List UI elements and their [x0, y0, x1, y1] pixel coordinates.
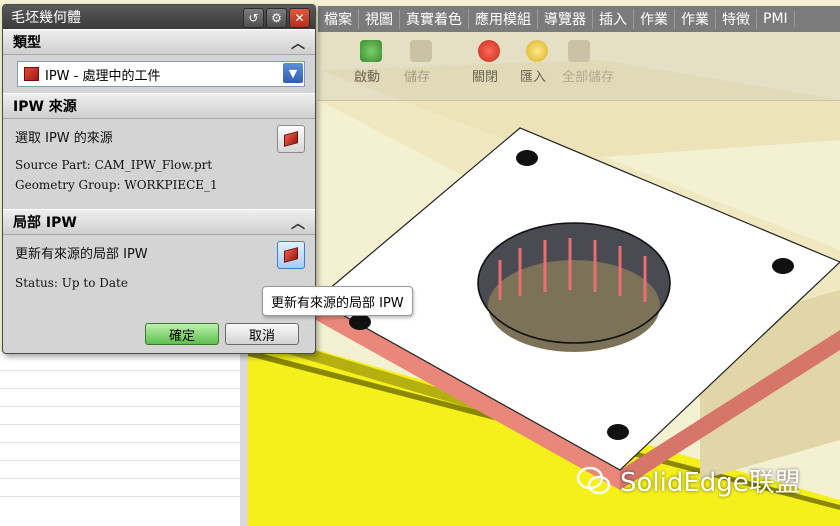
bore-hole-bottom: [488, 260, 660, 352]
chevron-up-icon[interactable]: ︿: [291, 213, 305, 233]
navigator-row-divider: [0, 424, 240, 425]
reset-button[interactable]: ↺: [243, 8, 264, 28]
section-header-type[interactable]: 類型 ︿: [3, 29, 315, 55]
menu-item-insert[interactable]: 插入: [593, 9, 634, 29]
section-header-ipw-source[interactable]: IPW 來源: [3, 93, 315, 119]
menu-item-view[interactable]: 視圖: [359, 9, 400, 29]
navigator-row-divider: [0, 478, 240, 479]
update-local-ipw-button[interactable]: [277, 241, 305, 269]
menu-item-operations[interactable]: 作業: [634, 9, 675, 29]
toolbar-save-label: 儲存: [404, 70, 431, 85]
menu-bar: 檔案 視圖 真實着色 應用模組 導覽器 插入 作業 作業 特徵 PMI: [318, 6, 840, 32]
type-dropdown-value: IPW - 處理中的工件: [45, 68, 161, 84]
status-text: Status: Up to Date: [15, 276, 128, 290]
update-ipw-icon: [284, 247, 298, 263]
navigator-row-divider: [0, 496, 240, 497]
toolbar-close-label: 關閉: [472, 70, 499, 85]
menu-item-shading[interactable]: 真實着色: [400, 9, 469, 29]
source-part-text: Source Part: CAM_IPW_Flow.prt: [15, 158, 213, 172]
dialog-title: 毛坯幾何體: [11, 10, 81, 26]
ipw-cube-icon: [24, 67, 39, 81]
reset-icon: ↺: [248, 11, 259, 25]
section-title-local-ipw: 局部 IPW: [13, 215, 77, 231]
navigator-row-divider: [0, 442, 240, 443]
section-title-ipw-source: IPW 來源: [13, 99, 77, 115]
bolt-hole-4: [607, 424, 629, 440]
toolbar-save-all-label: 全部儲存: [562, 70, 615, 85]
bolt-hole-3: [349, 314, 371, 330]
update-local-ipw-label: 更新有來源的局部 IPW: [15, 247, 148, 262]
tooltip: 更新有來源的局部 IPW: [262, 286, 413, 316]
menu-item-feature[interactable]: 特徵: [716, 9, 757, 29]
watermark: SolidEdge联盟: [576, 462, 801, 499]
dialog-footer: 確定 取消: [3, 315, 315, 353]
navigator-row-divider: [0, 370, 240, 371]
watermark-text: SolidEdge联盟: [620, 468, 801, 498]
menu-item-application[interactable]: 應用模組: [469, 9, 538, 29]
menu-item-pmi[interactable]: PMI: [757, 11, 795, 27]
gear-icon: ⚙: [271, 11, 282, 25]
ipw-source-body: 選取 IPW 的來源 Source Part: CAM_IPW_Flow.prt…: [3, 119, 315, 209]
settings-button[interactable]: ⚙: [266, 8, 287, 28]
geometry-group-text: Geometry Group: WORKPIECE_1: [15, 178, 218, 192]
navigator-row-divider: [0, 406, 240, 407]
type-dropdown[interactable]: IPW - 處理中的工件 ▼: [17, 61, 305, 87]
menu-item-file[interactable]: 檔案: [318, 9, 359, 29]
bolt-hole-2: [772, 258, 794, 274]
chevron-down-icon[interactable]: ▼: [283, 63, 303, 83]
navigator-row-divider: [0, 460, 240, 461]
section-title-type: 類型: [13, 35, 41, 51]
save-all-icon[interactable]: [568, 40, 590, 62]
section-header-local-ipw[interactable]: 局部 IPW ︿: [3, 209, 315, 235]
menu-item-operations-2[interactable]: 作業: [675, 9, 716, 29]
close-button[interactable]: ✕: [289, 8, 310, 28]
navigator-panel: [0, 352, 248, 526]
start-icon[interactable]: [360, 40, 382, 62]
ribbon-toolbar: 啟動 儲存 關閉 匯入 全部儲存: [318, 32, 840, 101]
save-icon[interactable]: [410, 40, 432, 62]
wechat-logo-icon: [576, 466, 611, 494]
import-icon[interactable]: [526, 40, 548, 62]
ok-button[interactable]: 確定: [145, 323, 219, 345]
navigator-splitter[interactable]: [240, 352, 248, 526]
navigator-row-divider: [0, 388, 240, 389]
select-ipw-source-label: 選取 IPW 的來源: [15, 131, 113, 146]
menu-item-navigator[interactable]: 導覽器: [538, 9, 593, 29]
cancel-button[interactable]: 取消: [225, 323, 299, 345]
select-source-icon: [284, 131, 298, 147]
chevron-up-icon[interactable]: ︿: [291, 33, 305, 53]
close-file-icon[interactable]: [478, 40, 500, 62]
toolbar-import-label: 匯入: [520, 70, 547, 85]
select-ipw-source-button[interactable]: [277, 125, 305, 153]
close-icon: ✕: [294, 11, 305, 25]
dialog-titlebar[interactable]: 毛坯幾何體 ↺ ⚙ ✕: [3, 5, 315, 29]
bolt-hole-1: [516, 150, 538, 166]
toolbar-start-label: 啟動: [354, 70, 381, 85]
